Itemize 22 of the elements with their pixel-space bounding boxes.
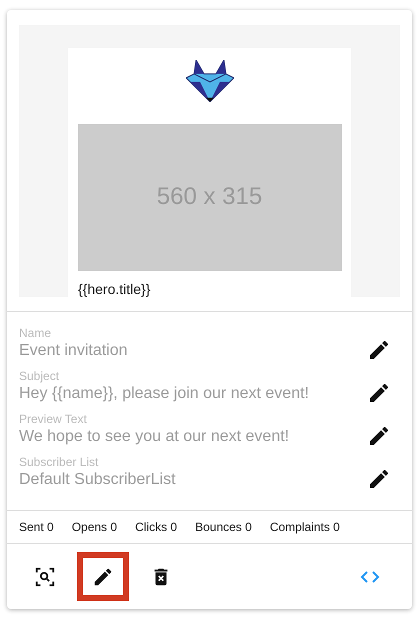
stat-count: Complaints 0: [270, 520, 340, 534]
pencil-icon: [92, 566, 114, 588]
stat-count: Bounces 0: [195, 520, 252, 534]
field-label: Name: [19, 326, 52, 340]
edit-icon[interactable]: [370, 427, 388, 445]
field-label: Subscriber List: [19, 455, 100, 469]
field-value: Hey {{name}}, please join our next event!: [19, 385, 309, 403]
edit-icon[interactable]: [370, 470, 388, 488]
stat-count: Sent 0: [19, 520, 54, 534]
fox-logo-icon: [186, 60, 234, 102]
zoom-search-icon: [34, 566, 56, 588]
stat-count: Opens 0: [72, 520, 118, 534]
field-value: Event invitation: [19, 342, 128, 360]
hero-title: {{hero.title}}: [78, 281, 150, 297]
stat-count: Clicks 0: [135, 520, 178, 534]
edit-button[interactable]: [77, 552, 129, 601]
field-value: Default SubscriberList: [19, 471, 176, 489]
field-label: Preview Text: [19, 412, 88, 426]
edit-icon[interactable]: [370, 341, 388, 359]
edit-icon[interactable]: [370, 384, 388, 402]
field-label: Subject: [19, 369, 60, 383]
field-value: We hope to see you at our next event!: [19, 428, 290, 446]
